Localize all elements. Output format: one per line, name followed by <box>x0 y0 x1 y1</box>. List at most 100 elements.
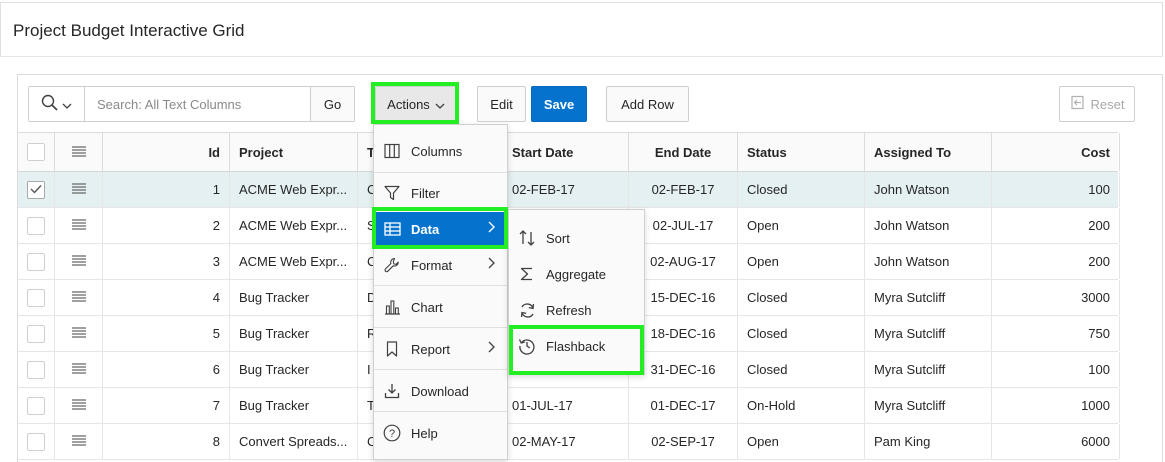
search-column-selector[interactable] <box>29 87 85 121</box>
row-actions-menu[interactable] <box>55 316 103 351</box>
cell-end-date[interactable]: 01-DEC-17 <box>629 388 738 423</box>
column-header-end-date[interactable]: End Date <box>629 133 738 171</box>
row-actions-menu[interactable] <box>55 208 103 243</box>
cell-id[interactable]: 3 <box>103 244 230 279</box>
cell-assigned-to[interactable]: Pam King <box>865 424 992 459</box>
cell-assigned-to[interactable]: Myra Sutcliff <box>865 352 992 387</box>
row-select-cell[interactable] <box>18 352 55 387</box>
cell-cost[interactable]: 6000 <box>992 424 1120 459</box>
cell-id[interactable]: 5 <box>103 316 230 351</box>
row-select-cell[interactable] <box>18 388 55 423</box>
actions-button[interactable]: Actions <box>375 86 457 122</box>
table-row[interactable]: 8 Convert Spreads... C 02-MAY-17 02-SEP-17 Op… <box>18 424 1120 460</box>
reset-button[interactable]: Reset <box>1059 86 1135 122</box>
edit-button[interactable]: Edit <box>477 86 526 122</box>
cell-id[interactable]: 8 <box>103 424 230 459</box>
cell-project[interactable]: ACME Web Expr... <box>230 172 358 207</box>
cell-cost[interactable]: 1000 <box>992 388 1120 423</box>
column-header-project[interactable]: Project <box>230 133 358 171</box>
select-all-cell[interactable] <box>18 133 55 171</box>
cell-end-date[interactable]: 15-DEC-16 <box>629 280 738 315</box>
menu-item-filter[interactable]: Filter <box>374 176 507 210</box>
search-input[interactable] <box>85 87 310 121</box>
cell-id[interactable]: 6 <box>103 352 230 387</box>
cell-id[interactable]: 4 <box>103 280 230 315</box>
menu-item-flashback[interactable]: Flashback <box>509 329 644 363</box>
cell-id[interactable]: 7 <box>103 388 230 423</box>
column-header-status[interactable]: Status <box>738 133 865 171</box>
cell-project[interactable]: Bug Tracker <box>230 316 358 351</box>
cell-assigned-to[interactable]: John Watson <box>865 172 992 207</box>
menu-item-help[interactable]: ? Help <box>374 416 507 450</box>
menu-item-download[interactable]: Download <box>374 374 507 408</box>
column-header-assigned-to[interactable]: Assigned To <box>865 133 992 171</box>
row-select-cell[interactable] <box>18 424 55 459</box>
column-header-id[interactable]: Id <box>103 133 230 171</box>
row-checkbox[interactable] <box>27 288 45 307</box>
row-select-cell[interactable] <box>18 172 55 207</box>
row-select-cell[interactable] <box>18 208 55 243</box>
cell-id[interactable]: 2 <box>103 208 230 243</box>
cell-status[interactable]: Closed <box>738 172 865 207</box>
row-checkbox[interactable] <box>27 180 45 199</box>
cell-status[interactable]: Closed <box>738 280 865 315</box>
row-checkbox[interactable] <box>27 324 45 343</box>
row-select-cell[interactable] <box>18 244 55 279</box>
table-row[interactable]: 7 Bug Tracker T 01-JUL-17 01-DEC-17 On-Hold My… <box>18 388 1120 424</box>
row-actions-menu[interactable] <box>55 280 103 315</box>
cell-status[interactable]: Open <box>738 208 865 243</box>
save-button[interactable]: Save <box>531 86 587 122</box>
cell-end-date[interactable]: 18-DEC-16 <box>629 316 738 351</box>
row-checkbox[interactable] <box>27 396 45 415</box>
menu-item-data[interactable]: Data <box>374 212 507 246</box>
row-checkbox[interactable] <box>27 216 45 235</box>
menu-item-refresh[interactable]: Refresh <box>509 293 644 327</box>
menu-item-columns[interactable]: Columns <box>374 134 507 168</box>
cell-start-date[interactable]: 01-JUL-17 <box>503 388 629 423</box>
cell-status[interactable]: Open <box>738 244 865 279</box>
cell-project[interactable]: Bug Tracker <box>230 280 358 315</box>
menu-item-report[interactable]: Report <box>374 332 507 366</box>
row-actions-menu[interactable] <box>55 424 103 459</box>
cell-cost[interactable]: 3000 <box>992 280 1120 315</box>
cell-assigned-to[interactable]: John Watson <box>865 208 992 243</box>
cell-status[interactable]: Open <box>738 424 865 459</box>
row-select-cell[interactable] <box>18 316 55 351</box>
menu-item-format[interactable]: Format <box>374 248 507 282</box>
cell-project[interactable]: ACME Web Expr... <box>230 208 358 243</box>
row-checkbox[interactable] <box>27 252 45 271</box>
cell-end-date[interactable]: 02-JUL-17 <box>629 208 738 243</box>
cell-end-date[interactable]: 31-DEC-16 <box>629 352 738 387</box>
row-checkbox[interactable] <box>27 360 45 379</box>
row-select-cell[interactable] <box>18 280 55 315</box>
menu-item-sort[interactable]: Sort <box>509 221 644 255</box>
cell-assigned-to[interactable]: Myra Sutcliff <box>865 280 992 315</box>
cell-project[interactable]: Bug Tracker <box>230 388 358 423</box>
cell-start-date[interactable]: 02-MAY-17 <box>503 424 629 459</box>
cell-cost[interactable]: 100 <box>992 352 1120 387</box>
add-row-button[interactable]: Add Row <box>606 86 689 122</box>
cell-end-date[interactable]: 02-AUG-17 <box>629 244 738 279</box>
cell-assigned-to[interactable]: John Watson <box>865 244 992 279</box>
cell-status[interactable]: Closed <box>738 352 865 387</box>
column-header-cost[interactable]: Cost <box>992 133 1120 171</box>
cell-cost[interactable]: 200 <box>992 208 1120 243</box>
cell-start-date[interactable]: 02-FEB-17 <box>503 172 629 207</box>
row-actions-menu[interactable] <box>55 172 103 207</box>
cell-project[interactable]: ACME Web Expr... <box>230 244 358 279</box>
cell-project[interactable]: Bug Tracker <box>230 352 358 387</box>
row-actions-menu[interactable] <box>55 388 103 423</box>
cell-cost[interactable]: 100 <box>992 172 1120 207</box>
cell-id[interactable]: 1 <box>103 172 230 207</box>
cell-assigned-to[interactable]: Myra Sutcliff <box>865 316 992 351</box>
cell-cost[interactable]: 750 <box>992 316 1120 351</box>
cell-end-date[interactable]: 02-SEP-17 <box>629 424 738 459</box>
cell-status[interactable]: Closed <box>738 316 865 351</box>
go-button[interactable]: Go <box>310 87 354 121</box>
cell-assigned-to[interactable]: Myra Sutcliff <box>865 388 992 423</box>
cell-end-date[interactable]: 02-FEB-17 <box>629 172 738 207</box>
row-checkbox[interactable] <box>27 432 45 451</box>
column-header-start-date[interactable]: Start Date <box>503 133 629 171</box>
row-actions-menu[interactable] <box>55 352 103 387</box>
cell-cost[interactable]: 200 <box>992 244 1120 279</box>
